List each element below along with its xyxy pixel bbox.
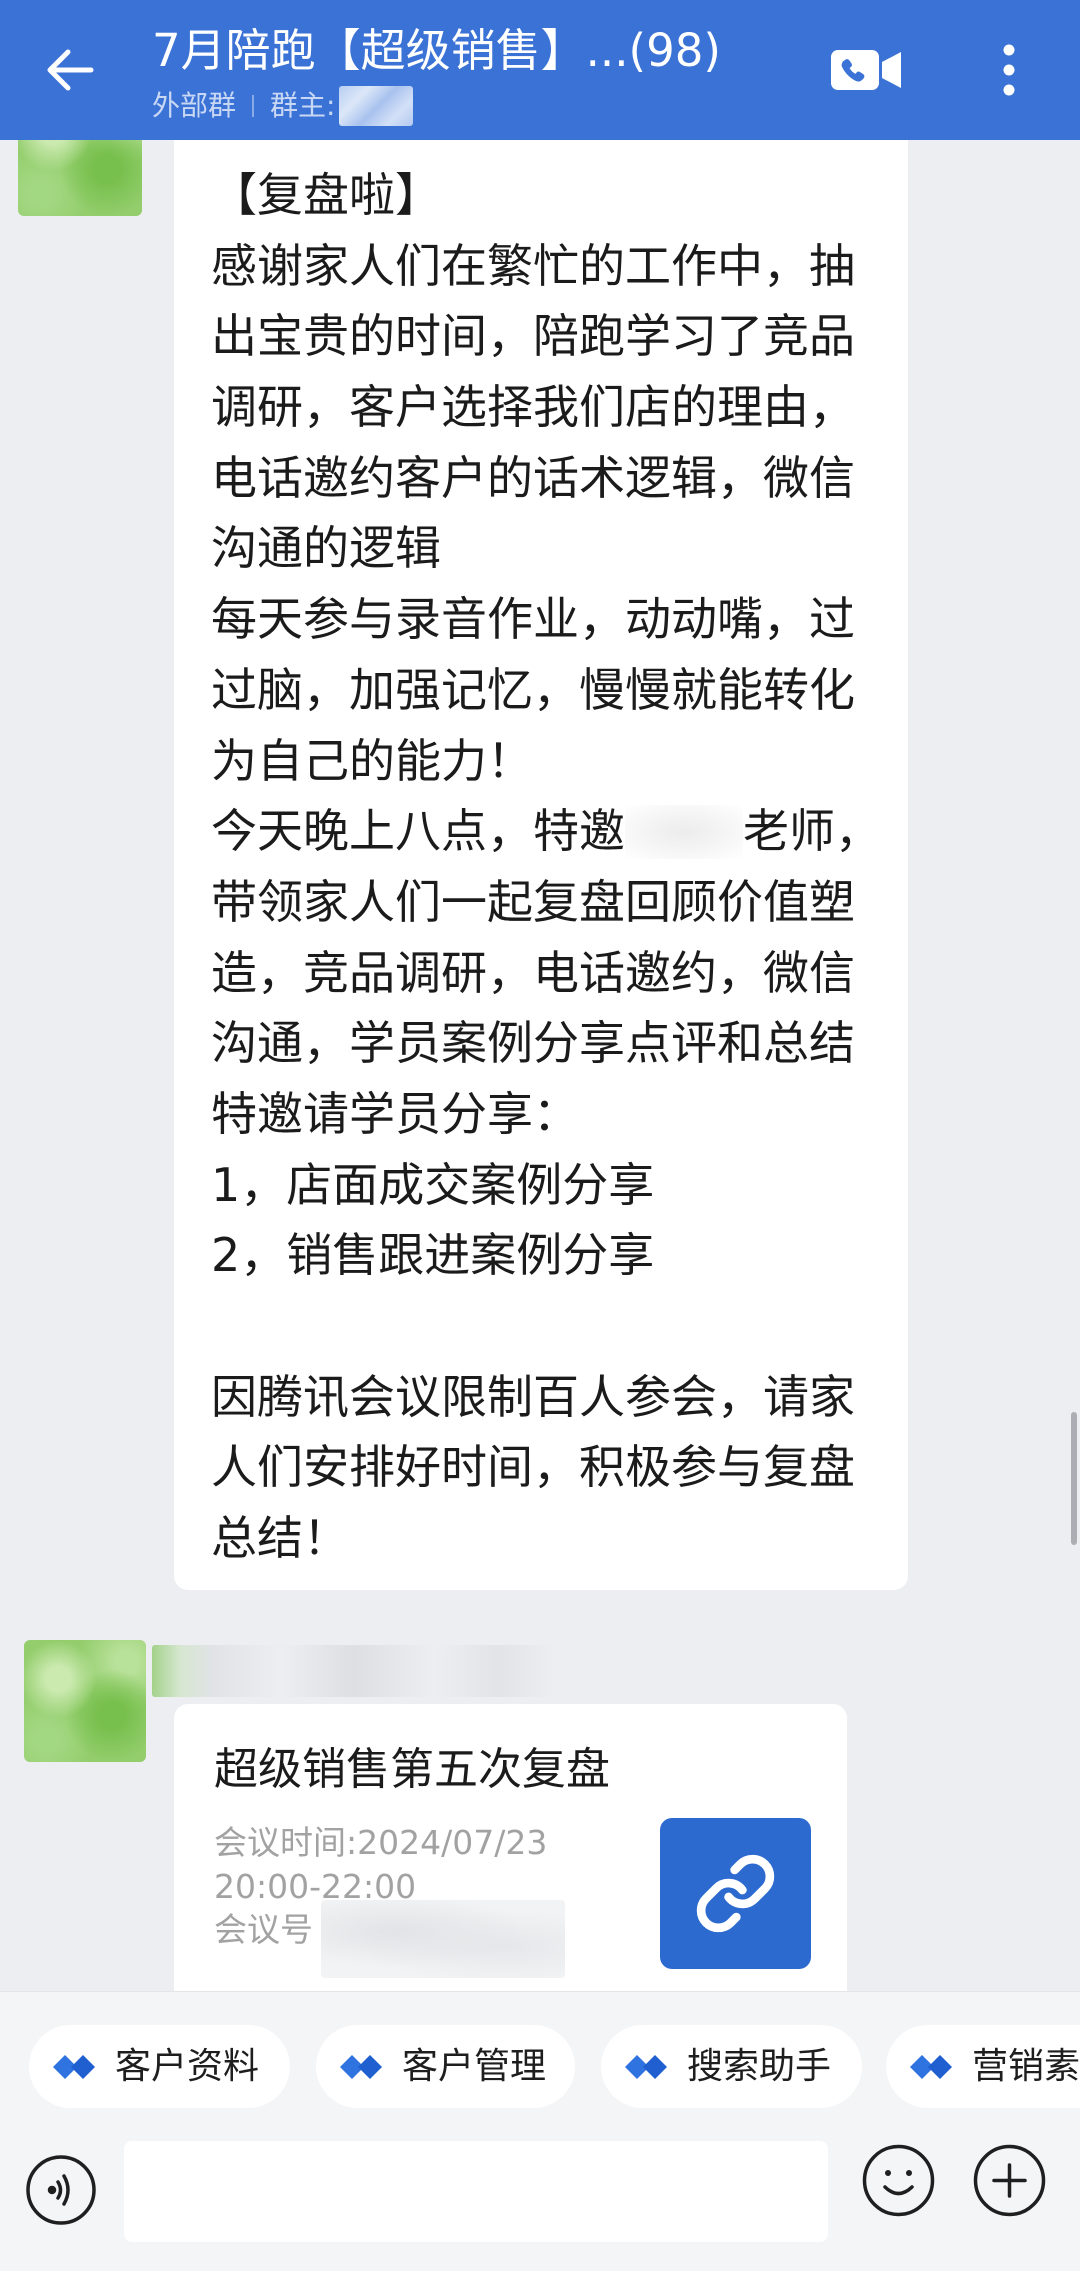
- message-line: 2，销售跟进案例分享: [211, 1228, 655, 1283]
- chat-title[interactable]: 7月陪跑【超级销售】...(98): [152, 25, 721, 77]
- message-line: 带领家人们一起复盘回顾价值塑: [211, 874, 855, 929]
- shortcut-customer-management[interactable]: 客户管理: [316, 2025, 575, 2108]
- meeting-id-redacted: [321, 1900, 565, 1978]
- subtitle-divider: [252, 95, 255, 117]
- invite-text-before: 今天晚上八点，特邀: [211, 804, 625, 859]
- message-line: 调研，客户选择我们店的理由，: [211, 380, 855, 435]
- message-line: 1，店面成交案例分享: [211, 1157, 655, 1212]
- message-line: 过脑，加强记忆，慢慢就能转化: [211, 662, 855, 717]
- emoji-button[interactable]: [861, 2143, 936, 2218]
- message-line: 感谢家人们在繁忙的工作中，抽: [211, 238, 855, 293]
- shortcut-customer-profile[interactable]: 客户资料: [29, 2025, 290, 2108]
- workbench-app-icon: [625, 2055, 667, 2079]
- voice-input-button[interactable]: [25, 2154, 97, 2226]
- shortcut-label: 营销素: [972, 2046, 1080, 2087]
- meeting-title: 超级销售第五次复盘: [214, 1744, 610, 1795]
- arrow-left-icon: [47, 49, 94, 91]
- shortcut-search-assistant[interactable]: 搜索助手: [601, 2025, 862, 2108]
- meeting-card[interactable]: 超级销售第五次复盘 会议时间:2024/07/23 20:00-22:00 会议…: [174, 1704, 847, 1991]
- workbench-app-icon: [53, 2055, 95, 2079]
- message-bubble[interactable]: 【复盘啦】 感谢家人们在繁忙的工作中，抽 出宝贵的时间，陪跑学习了竞品 调研，客…: [174, 100, 908, 1590]
- more-vertical-icon: [1003, 44, 1015, 96]
- workbench-app-icon: [910, 2055, 952, 2079]
- group-owner-label: 群主:: [270, 89, 336, 122]
- meeting-link-button[interactable]: [660, 1818, 811, 1969]
- message-text: 【复盘啦】 感谢家人们在繁忙的工作中，抽 出宝贵的时间，陪跑学习了竞品 调研，客…: [211, 160, 881, 1574]
- message-line: 沟通，学员案例分享点评和总结: [211, 1016, 855, 1071]
- shortcut-label: 搜索助手: [687, 2046, 832, 2087]
- message-line: 电话邀约客户的话术逻辑，微信: [211, 450, 855, 505]
- teacher-name-redacted: [625, 804, 743, 859]
- shortcut-label: 客户管理: [402, 2046, 547, 2087]
- link-icon: [696, 1854, 775, 1933]
- message-line: 造，竞品调研，电话邀约，微信: [211, 945, 855, 1000]
- more-actions-button[interactable]: [972, 2143, 1047, 2218]
- message-line: 【复盘啦】: [211, 168, 441, 222]
- message-line: 因腾讯会议限制百人参会，请家: [211, 1369, 855, 1424]
- message-line: 人们安排好时间，积极参与复盘: [211, 1440, 855, 1495]
- emoji-icon: [862, 2144, 935, 2217]
- chat-header: 7月陪跑【超级销售】...(98) 外部群 群主:: [0, 0, 1080, 140]
- message-line: 沟通的逻辑: [211, 521, 441, 576]
- chat-subtitle: 外部群 群主:: [152, 86, 414, 126]
- voice-icon: [26, 2155, 96, 2225]
- shortcut-bar[interactable]: 客户资料 客户管理 搜索助手 营销素: [0, 2025, 1080, 2108]
- shortcut-label: 客户资料: [115, 2046, 260, 2087]
- video-call-button[interactable]: [830, 47, 902, 93]
- message-line: 总结！: [211, 1511, 349, 1566]
- video-call-icon: [831, 50, 901, 90]
- more-button[interactable]: [994, 35, 1024, 105]
- sender-avatar[interactable]: [24, 1640, 146, 1762]
- shortcut-marketing-materials[interactable]: 营销素: [886, 2025, 1080, 2108]
- message-line-invite: 今天晚上八点，特邀 老师，: [211, 796, 881, 867]
- input-toolbar: 客户资料 客户管理 搜索助手 营销素: [0, 1991, 1080, 2271]
- message-line: 出宝贵的时间，陪跑学习了竞品: [211, 309, 855, 364]
- group-owner-name-redacted: [339, 86, 414, 126]
- plus-icon: [973, 2144, 1046, 2217]
- message-list[interactable]: 【复盘啦】 感谢家人们在繁忙的工作中，抽 出宝贵的时间，陪跑学习了竞品 调研，客…: [0, 0, 1080, 1991]
- message-line: 每天参与录音作业，动动嘴，过: [211, 592, 855, 647]
- invite-text-after: 老师，: [743, 804, 881, 859]
- paragraph-break: [211, 1291, 881, 1362]
- group-type-label: 外部群: [152, 89, 237, 122]
- workbench-app-icon: [340, 2055, 382, 2079]
- message-input[interactable]: [124, 2141, 828, 2242]
- meeting-date: 会议时间:2024/07/23: [214, 1823, 548, 1862]
- message-line: 特邀请学员分享：: [211, 1086, 579, 1141]
- back-button[interactable]: [40, 40, 100, 100]
- scrollbar-thumb[interactable]: [1071, 1412, 1077, 1545]
- sender-name-redacted: [152, 1645, 555, 1697]
- message-line: 为自己的能力！: [211, 733, 533, 788]
